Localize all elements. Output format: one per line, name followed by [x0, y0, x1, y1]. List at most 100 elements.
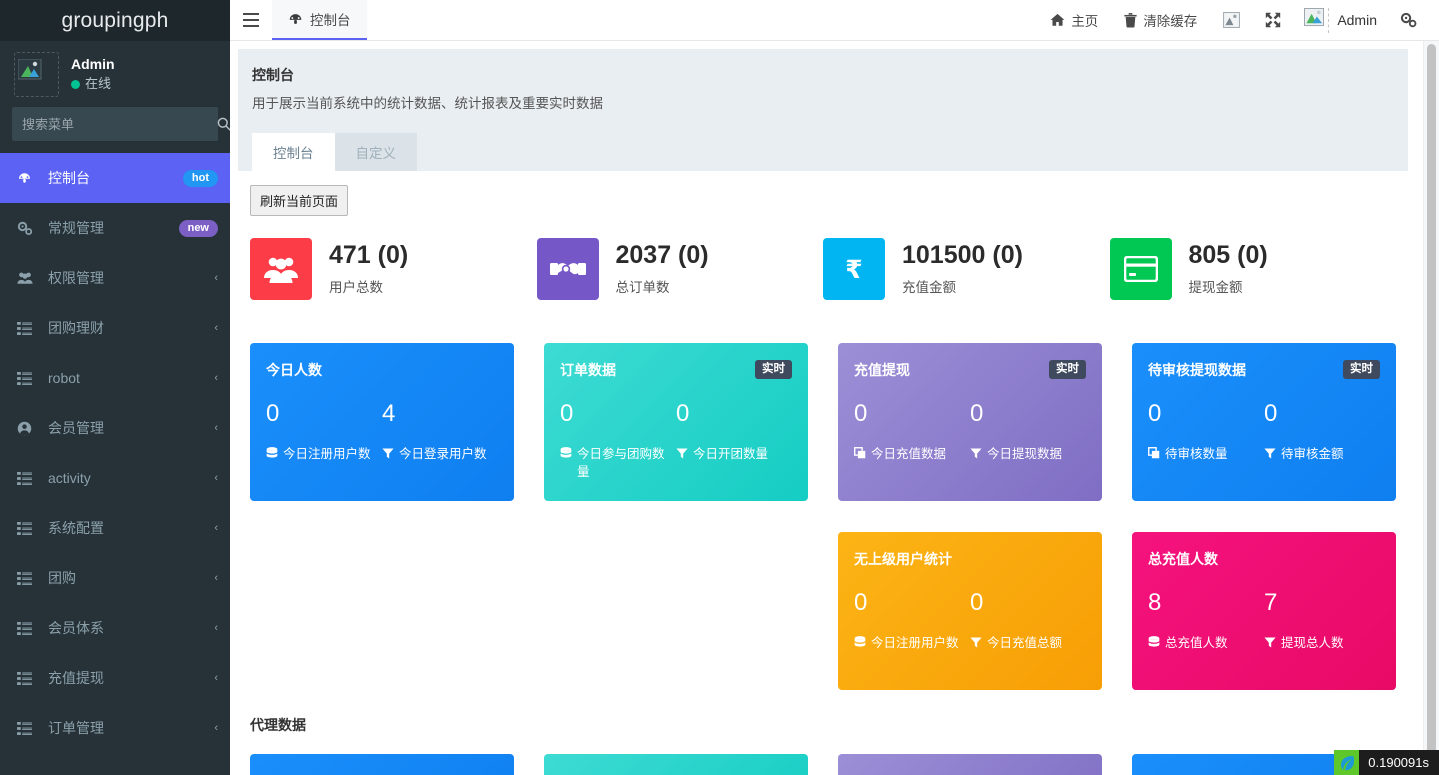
- stat-card[interactable]: 805 (0)提现金额: [1110, 238, 1397, 300]
- info-card-metric: 0今日开团数量: [676, 402, 792, 481]
- metric-label-row: 今日提现数据: [970, 445, 1080, 464]
- info-card[interactable]: 待审核提现数据实时0待审核数量0待审核金额: [1132, 343, 1396, 501]
- sidebar-search-wrap: [0, 107, 230, 153]
- sidebar-item-label: 控制台: [48, 168, 183, 188]
- info-card-head: 今日人数: [266, 360, 498, 380]
- sidebar-item-label: 团购: [48, 568, 214, 588]
- page-tabs: 控制台自定义: [252, 133, 1394, 171]
- info-card-title: 总充值人数: [1148, 549, 1218, 569]
- fullscreen-button[interactable]: [1252, 0, 1294, 41]
- info-card[interactable]: 订单数据实时0今日参与团购数量0今日开团数量: [544, 343, 808, 501]
- metric-value: 0: [854, 591, 964, 615]
- info-card-metric: 0今日注册用户数: [854, 591, 970, 653]
- sidebar-user-status: 在线: [71, 76, 115, 93]
- tab-dashboard[interactable]: 控制台: [252, 133, 335, 171]
- info-card-metrics: 0待审核数量0待审核金额: [1148, 402, 1380, 464]
- topbar-user[interactable]: Admin: [1294, 8, 1387, 33]
- info-card[interactable]: 充值提现实时0今日充值数据0今日提现数据: [838, 343, 1102, 501]
- agent-card[interactable]: [250, 754, 514, 775]
- metric-label-row: 总充值人数: [1148, 634, 1258, 653]
- topbar-spacer: [367, 0, 1038, 40]
- agent-section-title: 代理数据: [250, 715, 1396, 735]
- chevron-left-icon: ‹: [214, 572, 218, 584]
- info-card-title: 订单数据: [560, 360, 616, 380]
- page-description: 用于展示当前系统中的统计数据、统计报表及重要实时数据: [252, 92, 1394, 112]
- database-icon: [266, 446, 278, 464]
- content-area: 控制台 用于展示当前系统中的统计数据、统计报表及重要实时数据 控制台自定义 刷新…: [230, 41, 1439, 775]
- sidebar-item-activity[interactable]: activity‹: [0, 453, 230, 503]
- sidebar-item-控制台[interactable]: 控制台hot: [0, 153, 230, 203]
- list-icon: [17, 722, 39, 735]
- sidebar-item-系统配置[interactable]: 系统配置‹: [0, 503, 230, 553]
- sidebar-item-会员体系[interactable]: 会员体系‹: [0, 603, 230, 653]
- trash-icon: [1124, 13, 1137, 28]
- sidebar-item-充值提现[interactable]: 充值提现‹: [0, 653, 230, 703]
- search-button[interactable]: [207, 108, 230, 140]
- chevron-left-icon: ‹: [214, 622, 218, 634]
- stat-card[interactable]: ₹101500 (0)充值金额: [823, 238, 1110, 300]
- sidebar-item-订单管理[interactable]: 订单管理‹: [0, 703, 230, 753]
- app-root: groupingph Admin 在线: [0, 0, 1439, 775]
- home-icon: [1050, 13, 1065, 27]
- metric-label-row: 提现总人数: [1264, 634, 1374, 653]
- database-icon: [560, 446, 572, 464]
- home-link[interactable]: 主页: [1037, 0, 1111, 41]
- sidebar-logo[interactable]: groupingph: [0, 0, 230, 41]
- sidebar-item-团购理财[interactable]: 团购理财‹: [0, 303, 230, 353]
- metric-value: 0: [1148, 402, 1258, 426]
- users-group-icon: [250, 238, 312, 300]
- stat-card[interactable]: 2037 (0)总订单数: [537, 238, 824, 300]
- logo-text: groupingph: [61, 9, 168, 33]
- metric-label: 待审核数量: [1165, 445, 1228, 463]
- search-input[interactable]: [13, 117, 207, 132]
- sidebar-item-badge: new: [179, 220, 218, 237]
- topbar-tab-dashboard[interactable]: 控制台: [272, 0, 367, 40]
- sidebar-item-会员管理[interactable]: 会员管理‹: [0, 403, 230, 453]
- metric-label-row: 今日注册用户数: [266, 445, 376, 464]
- sidebar-item-常规管理[interactable]: 常规管理new: [0, 203, 230, 253]
- metric-label: 今日充值数据: [871, 445, 946, 463]
- info-card-metric: 4今日登录用户数: [382, 402, 498, 464]
- stat-card[interactable]: 471 (0)用户总数: [250, 238, 537, 300]
- info-card-head: 无上级用户统计: [854, 549, 1086, 569]
- info-card[interactable]: 今日人数 0 今日注册用户数 4今日登录用户数: [250, 343, 514, 501]
- sidebar-item-权限管理[interactable]: 权限管理‹: [0, 253, 230, 303]
- info-card-head: 总充值人数: [1148, 549, 1380, 569]
- sidebar-user-panel[interactable]: Admin 在线: [0, 41, 230, 107]
- list-icon: [17, 372, 39, 385]
- agent-card[interactable]: [544, 754, 808, 775]
- realtime-badge: 实时: [1049, 360, 1086, 379]
- performance-badge[interactable]: 0.190091s: [1334, 750, 1439, 775]
- chevron-left-icon: ‹: [214, 522, 218, 534]
- metric-value: 0: [266, 402, 376, 426]
- picture-button[interactable]: [1210, 0, 1252, 41]
- menu-toggle-button[interactable]: [230, 0, 272, 40]
- chevron-left-icon: ‹: [214, 322, 218, 334]
- vertical-scrollbar[interactable]: [1423, 41, 1439, 775]
- sidebar-item-robot[interactable]: robot‹: [0, 353, 230, 403]
- filter-icon: [1264, 446, 1276, 464]
- agent-card[interactable]: [838, 754, 1102, 775]
- clear-cache-link[interactable]: 清除缓存: [1111, 0, 1210, 41]
- user-circle-icon: [17, 421, 39, 436]
- info-card[interactable]: 总充值人数8总充值人数7提现总人数: [1132, 532, 1396, 690]
- chevron-left-icon: ‹: [214, 372, 218, 384]
- list-icon: [17, 472, 39, 485]
- chevron-left-icon: ‹: [214, 472, 218, 484]
- sidebar-item-团购[interactable]: 团购‹: [0, 553, 230, 603]
- info-card-metric: 0 待审核数量: [1148, 402, 1264, 464]
- chevron-left-icon: ‹: [214, 722, 218, 734]
- list-icon: [17, 622, 39, 635]
- sidebar-item-label: robot: [48, 370, 214, 386]
- refresh-page-button[interactable]: 刷新当前页面: [250, 185, 348, 216]
- scrollbar-thumb[interactable]: [1427, 44, 1436, 756]
- broken-image-icon: [1304, 8, 1325, 27]
- sidebar-search-box[interactable]: [12, 107, 218, 141]
- settings-button[interactable]: [1387, 0, 1429, 41]
- filter-icon: [382, 446, 394, 464]
- info-card-head: 待审核提现数据实时: [1148, 360, 1380, 380]
- page-title: 控制台: [252, 65, 1394, 85]
- tab-custom[interactable]: 自定义: [335, 133, 418, 171]
- info-card[interactable]: 无上级用户统计0今日注册用户数0今日充值总额: [838, 532, 1102, 690]
- clone-icon: [854, 446, 866, 464]
